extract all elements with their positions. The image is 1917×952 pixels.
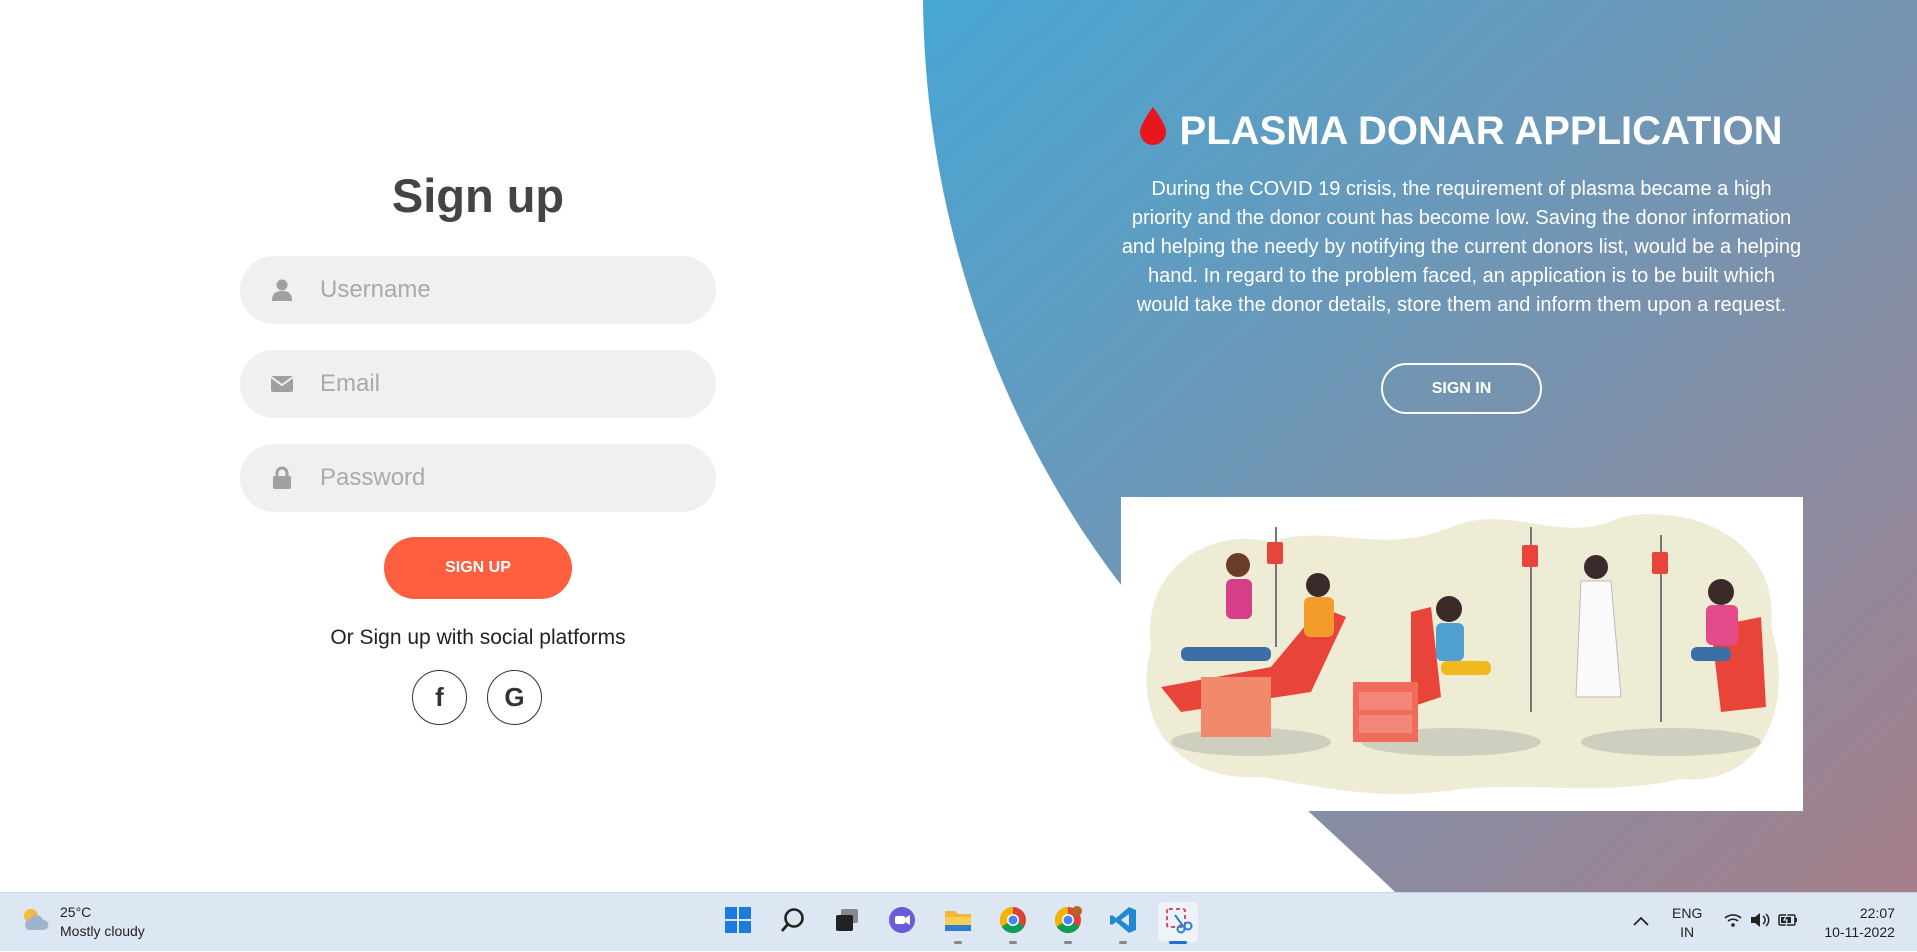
search-button[interactable] xyxy=(773,902,813,942)
email-field[interactable] xyxy=(240,350,716,418)
snipping-tool-icon xyxy=(1163,905,1193,940)
taskbar: 25°C Mostly cloudy ENG IN 22:07 10-11-20… xyxy=(0,892,1917,951)
task-view-button[interactable] xyxy=(827,902,867,942)
password-field[interactable] xyxy=(240,444,716,512)
facebook-icon: f xyxy=(435,682,444,712)
running-indicator xyxy=(1064,941,1072,944)
running-indicator xyxy=(1119,941,1127,944)
language-indicator[interactable]: ENG IN xyxy=(1672,904,1702,942)
signup-title: Sign up xyxy=(391,169,565,222)
start-icon xyxy=(724,906,752,939)
username-input[interactable] xyxy=(318,275,682,305)
chrome-profile-icon xyxy=(1053,905,1083,940)
task-view-icon xyxy=(833,906,861,939)
donation-illustration xyxy=(1121,497,1803,811)
facebook-button[interactable]: f xyxy=(412,670,467,725)
file-explorer-icon xyxy=(943,906,973,939)
language-code: ENG xyxy=(1672,904,1703,921)
blood-drop-icon xyxy=(1138,106,1168,156)
signup-button[interactable]: SIGN UP xyxy=(384,537,572,599)
cloudy-weather-icon xyxy=(20,906,50,939)
google-button[interactable]: G xyxy=(487,670,542,725)
wifi-icon[interactable] xyxy=(1724,912,1742,933)
email-input[interactable] xyxy=(318,369,682,399)
start-button[interactable] xyxy=(718,902,758,942)
username-field[interactable] xyxy=(240,256,716,324)
running-indicator xyxy=(954,941,962,944)
search-icon xyxy=(779,906,807,939)
clock-time: 22:07 xyxy=(1859,904,1895,921)
app-title-row: PLASMA DONAR APPLICATION xyxy=(1120,106,1800,156)
weather-temperature: 25°C xyxy=(60,904,92,920)
envelope-icon xyxy=(262,375,302,393)
vscode-button[interactable] xyxy=(1103,902,1143,944)
app-description: During the COVID 19 crisis, the requirem… xyxy=(1121,178,1802,316)
active-indicator xyxy=(1169,941,1187,944)
app-title: PLASMA DONAR APPLICATION xyxy=(1179,108,1783,153)
system-tray: ENG IN 22:07 10-11-2022 xyxy=(1632,893,1895,952)
chrome-icon xyxy=(998,905,1028,940)
chevron-up-icon[interactable] xyxy=(1632,914,1650,932)
volume-icon[interactable] xyxy=(1750,912,1770,933)
social-signup-text: Or Sign up with social platforms xyxy=(330,626,626,649)
chat-button[interactable] xyxy=(882,902,922,942)
password-input[interactable] xyxy=(318,463,682,493)
chrome-profile-button[interactable] xyxy=(1048,902,1088,944)
vscode-icon xyxy=(1108,905,1138,940)
chat-icon xyxy=(887,905,917,940)
snipping-tool-button[interactable] xyxy=(1158,902,1198,944)
google-icon: G xyxy=(504,682,525,712)
region-code: IN xyxy=(1680,923,1695,940)
weather-widget[interactable]: 25°C Mostly cloudy xyxy=(20,903,145,941)
chrome-button[interactable] xyxy=(993,902,1033,944)
clock-date: 10-11-2022 xyxy=(1824,923,1895,940)
weather-description: Mostly cloudy xyxy=(60,923,145,939)
lock-icon xyxy=(262,466,302,490)
clock[interactable]: 22:07 10-11-2022 xyxy=(1824,904,1895,942)
signin-button[interactable]: SIGN IN xyxy=(1381,363,1542,414)
file-explorer-button[interactable] xyxy=(938,902,978,944)
user-icon xyxy=(262,278,302,302)
running-indicator xyxy=(1009,941,1017,944)
battery-charging-icon[interactable] xyxy=(1778,912,1798,933)
